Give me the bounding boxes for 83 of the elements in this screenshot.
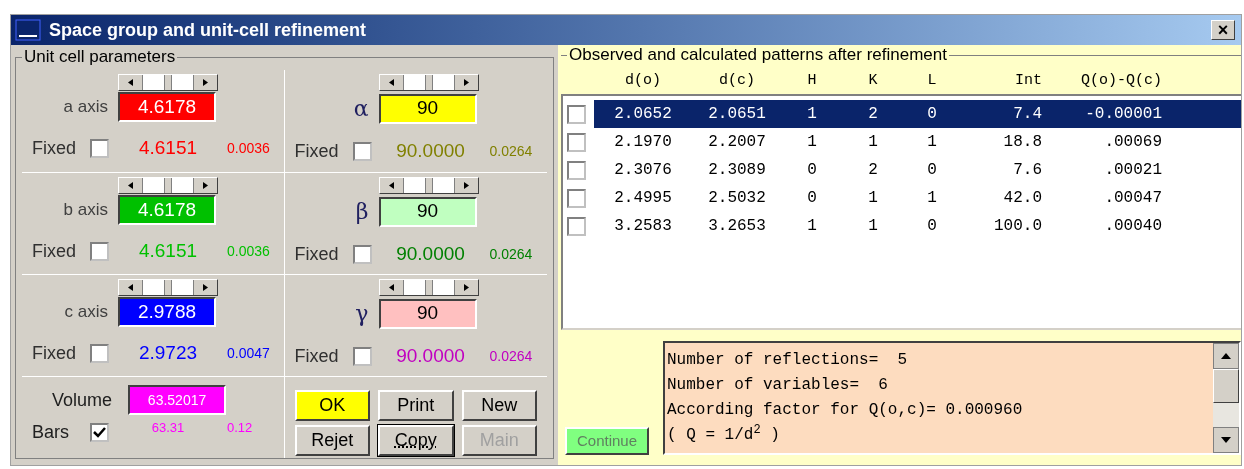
checkbox[interactable] [352,141,372,161]
field-label: b axis [62,199,108,222]
error-value: 0.0264 [489,244,533,264]
checkbox[interactable] [90,423,109,442]
fixed-label: Fixed [294,344,340,368]
refined-value: 4.6151 [137,136,199,160]
error-value: 0.0036 [227,241,270,261]
value-field[interactable]: 90 [378,196,477,227]
field-label: α [352,95,369,123]
list-row[interactable]: 3.2583 3.2653 1 1 0 100.0 .00040 [594,212,1241,240]
column-header: K [867,70,879,91]
scroll-slider[interactable] [118,74,218,91]
fixed-label: Fixed [294,139,340,163]
error-value: 0.0264 [489,141,533,161]
refined-value: 90.0000 [395,139,466,163]
list-row[interactable]: 2.4995 2.5032 0 1 1 42.0 .00047 [594,184,1241,212]
checkbox[interactable] [567,160,586,180]
field-label: Volume [52,388,113,412]
checkbox[interactable] [567,132,586,152]
scroll-slider[interactable] [118,177,218,194]
scrollbar[interactable] [1213,343,1239,453]
button[interactable]: Print [378,390,454,421]
scroll-down-icon[interactable] [1213,427,1239,453]
bars-value: 63.31 [150,418,186,437]
column-header: d(o) [624,70,662,91]
group-title: Unit cell parameters [22,47,178,67]
scroll-thumb[interactable] [1213,369,1239,403]
checkbox[interactable] [90,343,109,363]
value-field[interactable]: 4.6178 [118,92,216,122]
value-field[interactable]: 2.9788 [118,297,216,327]
fixed-label: Fixed [294,242,340,266]
checkbox[interactable] [352,244,372,264]
scroll-up-icon[interactable] [1213,343,1239,369]
list-row[interactable]: 2.3076 2.3089 0 2 0 7.6 .00021 [594,156,1241,184]
scroll-slider[interactable] [118,279,218,296]
log-line: According factor for Q(o,c)= 0.000960 [667,400,1024,421]
checkbox[interactable] [90,241,109,261]
refined-value: 2.9723 [137,341,199,365]
error-value: 0.0264 [489,346,533,366]
button[interactable]: Rejet [294,425,370,456]
scroll-slider[interactable] [378,74,479,91]
field-label: c axis [63,301,108,324]
checkbox[interactable] [567,216,586,236]
log-line: Number of reflections= 5 [667,350,909,371]
window-icon [15,19,41,41]
button[interactable]: New [461,390,537,421]
checkbox[interactable] [90,138,109,158]
error-value: 0.0036 [227,138,270,158]
button[interactable]: OK [294,390,370,421]
group-title: Observed and calculated patterns after refinement [567,45,949,65]
bars-label: Bars [32,421,70,444]
fixed-label: Fixed [32,136,77,160]
column-header: d(c) [718,70,756,91]
close-button[interactable]: × [1211,20,1235,40]
scroll-slider[interactable] [378,177,479,194]
log-line: Number of variables= 6 [667,375,889,396]
scroll-slider[interactable] [378,279,479,296]
error-value: 0.0047 [227,343,270,363]
column-header: Int [1014,70,1042,91]
checkbox[interactable] [352,346,372,366]
refined-value: 90.0000 [395,344,466,368]
checkbox[interactable] [567,188,586,208]
pattern-list[interactable]: 2.0652 2.0651 1 2 0 7.4 -0.00001 2.1970 2.2007 1 1 1 18.8 .00069 2.3076 2.3089 0 2 0 7.6 .00021 2.4995 2.5032 0 1 1 42.0 .00047 3.2583 3.2653 1 1 0 100.0 .00040 [561,94,1241,330]
checkbox[interactable] [567,104,586,124]
column-header: L [926,70,938,91]
field-label: γ [354,300,369,328]
log-line: ( Q = 1/d$^{2}$ ) [667,423,781,446]
bars-error: 0.12 [227,418,253,437]
field-label: a axis [62,96,108,119]
fixed-label: Fixed [32,239,77,263]
button[interactable]: Copy [378,425,454,456]
refined-value: 4.6151 [137,239,199,263]
value-field[interactable]: 90 [378,298,477,329]
window-title: Space group and unit-cell refinement [49,18,368,42]
fixed-label: Fixed [32,341,77,365]
list-row[interactable]: 2.1970 2.2007 1 1 1 18.8 .00069 [594,128,1241,156]
refined-value: 90.0000 [395,242,466,266]
column-header: H [806,70,818,91]
field-label: β [354,198,369,226]
value-field[interactable]: 90 [378,93,477,124]
continue-button[interactable]: Continue [565,427,649,455]
list-row[interactable]: 2.0652 2.0651 1 2 0 7.4 -0.00001 [594,100,1241,128]
column-header: Q(o)-Q(c) [1080,70,1162,91]
